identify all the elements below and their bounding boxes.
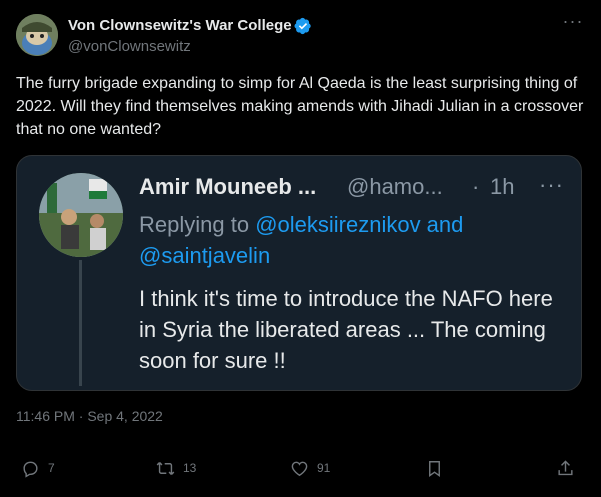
bookmark-icon (429, 460, 440, 477)
share-icon (558, 459, 573, 475)
author-avatar[interactable] (16, 14, 58, 56)
like-icon (291, 461, 308, 476)
quoted-more-icon[interactable]: ··· (539, 172, 564, 198)
like-count: 91 (317, 461, 331, 475)
like-button[interactable]: 91 (290, 455, 330, 481)
quoted-author-handle[interactable]: @hamo... (347, 174, 443, 200)
retweet-button[interactable]: 13 (156, 455, 196, 481)
tweet-text: The furry brigade expanding to simp for … (16, 75, 584, 138)
reply-icon (23, 461, 38, 478)
mention-link[interactable]: @oleksiireznikov and (255, 212, 463, 237)
tweet-timestamp[interactable]: 11:46 PM · Sep 4, 2022 (16, 408, 163, 424)
tweet: Von Clownsewitz's War College @vonClowns… (0, 0, 601, 497)
quoted-author-name[interactable]: Amir Mouneeb ... (139, 174, 316, 200)
thread-line (79, 260, 82, 386)
author-handle[interactable]: @vonClownsewitz (68, 38, 191, 55)
mention-link[interactable]: @saintjavelin (139, 243, 270, 268)
author-display-name[interactable]: Von Clownsewitz's War College (68, 17, 292, 34)
quoted-time[interactable]: 1h (490, 174, 514, 200)
quoted-tweet-text: I think it's time to introduce the NAFO … (139, 286, 553, 373)
bookmark-button[interactable] (425, 455, 444, 481)
quoted-tweet-card[interactable]: Amir Mouneeb ... @hamo... · 1h ··· Reply… (16, 155, 582, 391)
retweet-count: 13 (183, 461, 197, 475)
reply-button[interactable]: 7 (21, 455, 55, 481)
quoted-author-avatar[interactable] (39, 173, 123, 257)
separator-dot: · (472, 174, 480, 199)
retweet-icon (156, 461, 175, 475)
verified-badge-icon (294, 17, 311, 35)
replying-prefix: Replying to (139, 212, 256, 237)
reply-count: 7 (48, 461, 55, 475)
replying-to: Replying to @oleksiireznikov and @saintja… (139, 209, 569, 271)
share-button[interactable] (556, 455, 575, 481)
more-icon[interactable]: ··· (562, 12, 584, 36)
action-bar: 7 13 91 (0, 455, 601, 481)
